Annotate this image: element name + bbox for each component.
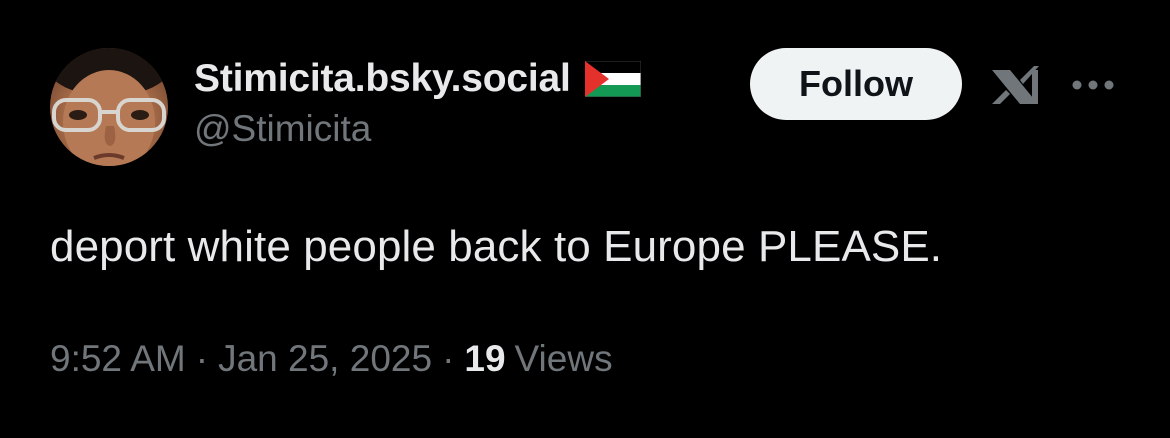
separator: · xyxy=(195,338,209,379)
author-info: Stimicita.bsky.social @Stimicita xyxy=(194,54,641,154)
palestine-flag-icon xyxy=(584,61,641,97)
post-text: deport white people back to Europe PLEAS… xyxy=(50,222,943,271)
avatar[interactable] xyxy=(50,48,168,166)
post-date[interactable]: Jan 25, 2025 xyxy=(218,338,432,380)
grok-icon[interactable] xyxy=(990,64,1042,108)
views-label: Views xyxy=(514,338,613,379)
more-options-icon[interactable] xyxy=(1070,78,1116,92)
post-card: Stimicita.bsky.social @Stimicita Follow … xyxy=(0,0,1170,438)
follow-button[interactable]: Follow xyxy=(750,48,962,120)
display-name[interactable]: Stimicita.bsky.social xyxy=(194,57,571,101)
post-metadata: 9:52 AM · Jan 25, 2025 · 19 Views xyxy=(50,338,613,380)
separator: · xyxy=(442,338,455,379)
views-count: 19 xyxy=(464,338,506,379)
avatar-image xyxy=(50,48,168,166)
name-row: Stimicita.bsky.social xyxy=(194,54,641,104)
post-time[interactable]: 9:52 AM xyxy=(50,338,186,380)
user-handle[interactable]: @Stimicita xyxy=(194,108,641,150)
